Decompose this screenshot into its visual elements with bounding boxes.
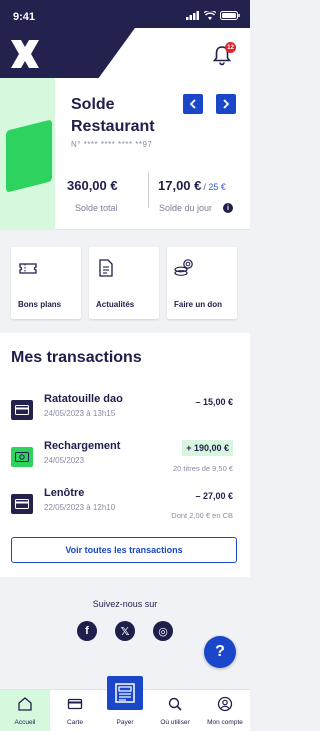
nav-accueil[interactable]: Accueil bbox=[0, 690, 50, 731]
transactions-section: Mes transactions Ratatouille dao 24/05/2… bbox=[0, 333, 250, 577]
pay-button[interactable] bbox=[107, 676, 143, 710]
notification-badge: 12 bbox=[225, 42, 236, 53]
daily-balance-label: Solde du jour bbox=[159, 203, 213, 213]
card-payment-icon bbox=[11, 494, 33, 514]
transaction-note: Dont 2,00 € en CB bbox=[171, 511, 233, 520]
x-icon[interactable]: 𝕏 bbox=[115, 621, 135, 641]
account-icon bbox=[217, 696, 233, 712]
status-icons bbox=[186, 11, 240, 20]
nav-mon-compte[interactable]: Mon compte bbox=[200, 690, 250, 731]
nav-label: Où utiliser bbox=[160, 719, 190, 726]
action-label: Bons plans bbox=[18, 300, 62, 309]
total-balance-value: 360,00 € bbox=[67, 178, 118, 193]
transaction-name: Rechargement bbox=[44, 440, 121, 452]
status-time: 9:41 bbox=[13, 11, 36, 23]
info-icon[interactable]: i bbox=[223, 203, 233, 213]
card-number: N° **** **** **** **97 bbox=[71, 140, 153, 149]
transaction-date: 24/05/2023 bbox=[44, 456, 85, 465]
card-panel: Solde Restaurant N° **** **** **** **97 … bbox=[0, 78, 250, 230]
transaction-date: 24/05/2023 à 13h15 bbox=[44, 409, 116, 418]
chevron-left-icon bbox=[189, 99, 196, 109]
action-label: Actualités bbox=[96, 300, 135, 309]
chevron-right-icon bbox=[223, 99, 230, 109]
home-icon bbox=[18, 697, 32, 711]
facebook-icon[interactable]: f bbox=[77, 621, 97, 641]
see-all-transactions-button[interactable]: Voir toutes les transactions bbox=[11, 537, 237, 563]
qr-pay-icon bbox=[115, 683, 135, 703]
brand-logo bbox=[11, 40, 39, 68]
transaction-row[interactable]: Rechargement 24/05/2023 + 190,00 € 20 ti… bbox=[0, 440, 250, 484]
transaction-amount: + 190,00 € bbox=[182, 440, 233, 456]
nav-label: Accueil bbox=[14, 719, 36, 726]
nav-label: Payer bbox=[116, 719, 134, 726]
total-balance-label: Solde total bbox=[75, 203, 118, 213]
daily-balance-amount: 17,00 € bbox=[158, 178, 202, 193]
daily-balance-value: 17,00 €/ 25 € bbox=[158, 178, 226, 193]
daily-balance-limit: / 25 € bbox=[203, 182, 226, 192]
social-section: Suivez-nous sur f 𝕏 ◎ ? bbox=[0, 581, 250, 668]
app-header: 9:41 12 bbox=[0, 0, 250, 78]
document-icon bbox=[99, 259, 113, 277]
transaction-row[interactable]: Lenôtre 22/05/2023 à 12h10 – 27,00 € Don… bbox=[0, 487, 250, 531]
wifi-icon bbox=[204, 11, 216, 20]
quick-actions: Bons plans Actualités Faire un don bbox=[0, 237, 250, 329]
transaction-note: 20 titres de 9,50 € bbox=[172, 464, 233, 473]
transactions-heading: Mes transactions bbox=[11, 349, 142, 366]
social-title: Suivez-nous sur bbox=[92, 599, 158, 609]
nav-carte[interactable]: Carte bbox=[50, 690, 100, 731]
transaction-name: Lenôtre bbox=[44, 487, 85, 499]
nav-ou-utiliser[interactable]: Où utiliser bbox=[150, 690, 200, 731]
transaction-row[interactable]: Ratatouille dao 24/05/2023 à 13h15 – 15,… bbox=[0, 393, 250, 437]
nav-label: Carte bbox=[67, 719, 83, 726]
action-faire-un-don[interactable]: Faire un don bbox=[167, 247, 237, 319]
transaction-amount: – 15,00 € bbox=[195, 397, 233, 407]
action-actualites[interactable]: Actualités bbox=[89, 247, 159, 319]
nav-label: Mon compte bbox=[207, 719, 243, 726]
reload-icon bbox=[11, 447, 33, 467]
action-bons-plans[interactable]: Bons plans bbox=[11, 247, 81, 319]
ticket-icon bbox=[19, 263, 37, 274]
card-icon bbox=[67, 698, 83, 710]
card-title: Solde Restaurant bbox=[71, 96, 155, 135]
transaction-amount: – 27,00 € bbox=[195, 491, 233, 501]
next-card-button[interactable] bbox=[216, 94, 236, 114]
transaction-name: Ratatouille dao bbox=[44, 393, 123, 405]
card-payment-icon bbox=[11, 400, 33, 420]
status-bar: 9:41 bbox=[0, 0, 250, 34]
card-visual[interactable] bbox=[6, 119, 52, 192]
coins-icon bbox=[174, 259, 193, 276]
help-button[interactable]: ? bbox=[204, 636, 236, 668]
previous-card-button[interactable] bbox=[183, 94, 203, 114]
search-icon bbox=[168, 697, 182, 711]
instagram-icon[interactable]: ◎ bbox=[153, 621, 173, 641]
battery-icon bbox=[220, 11, 240, 20]
balance-divider bbox=[148, 172, 149, 208]
signal-icon bbox=[186, 11, 199, 20]
transaction-date: 22/05/2023 à 12h10 bbox=[44, 503, 116, 512]
action-label: Faire un don bbox=[174, 300, 222, 309]
